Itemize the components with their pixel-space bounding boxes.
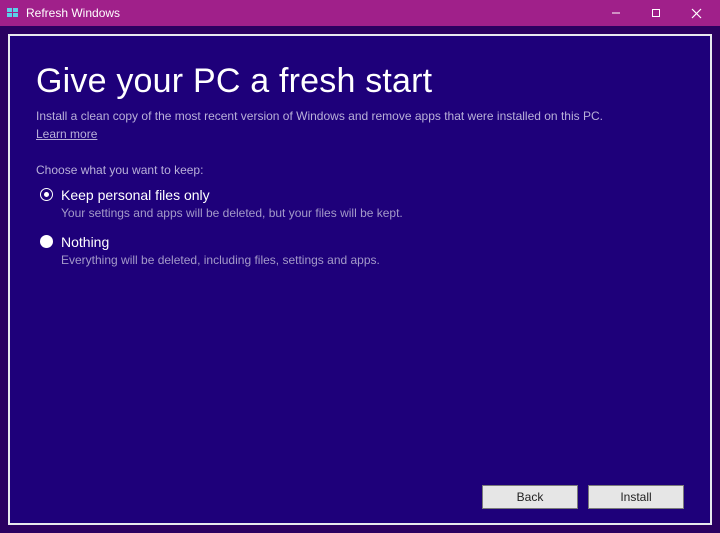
- window: Refresh Windows Give your PC a fresh sta…: [0, 0, 720, 533]
- option-nothing[interactable]: Nothing Everything will be deleted, incl…: [36, 234, 684, 267]
- page-subtext: Install a clean copy of the most recent …: [36, 109, 684, 125]
- minimize-button[interactable]: [596, 0, 636, 26]
- choose-label: Choose what you want to keep:: [36, 163, 684, 177]
- maximize-button[interactable]: [636, 0, 676, 26]
- titlebar[interactable]: Refresh Windows: [0, 0, 720, 26]
- radio-unselected-icon[interactable]: [40, 235, 53, 248]
- option-title: Keep personal files only: [61, 187, 210, 203]
- window-title: Refresh Windows: [26, 6, 120, 20]
- option-title: Nothing: [61, 234, 109, 250]
- option-keep-files[interactable]: Keep personal files only Your settings a…: [36, 187, 684, 220]
- install-button[interactable]: Install: [588, 485, 684, 509]
- option-desc: Everything will be deleted, including fi…: [61, 253, 684, 267]
- close-button[interactable]: [676, 0, 716, 26]
- main-panel: Give your PC a fresh start Install a cle…: [8, 34, 712, 525]
- button-row: Back Install: [36, 473, 684, 509]
- back-button[interactable]: Back: [482, 485, 578, 509]
- radio-selected-icon[interactable]: [40, 188, 53, 201]
- page-title: Give your PC a fresh start: [36, 62, 684, 101]
- app-icon: [6, 6, 20, 20]
- option-desc: Your settings and apps will be deleted, …: [61, 206, 684, 220]
- client-area: Give your PC a fresh start Install a cle…: [0, 26, 720, 533]
- learn-more-link[interactable]: Learn more: [36, 127, 684, 141]
